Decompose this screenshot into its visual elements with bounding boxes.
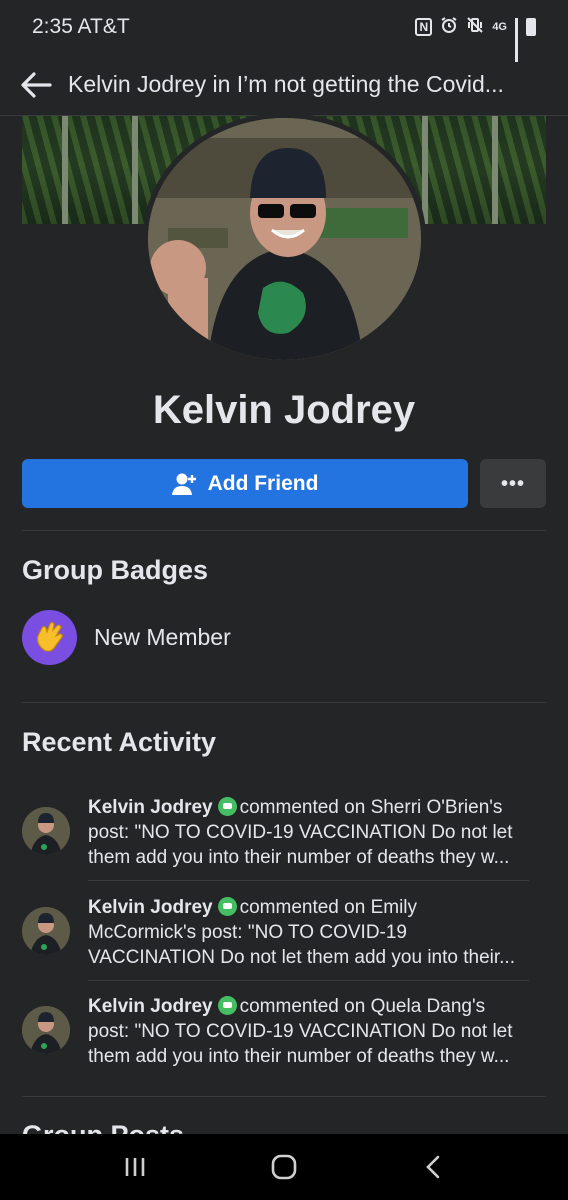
top-bar: Kelvin Jodrey in I’m not getting the Cov… bbox=[0, 54, 568, 116]
status-icons: N 4G bbox=[415, 16, 536, 62]
divider bbox=[22, 702, 546, 703]
system-nav-bar bbox=[0, 1134, 568, 1200]
activity-line-1: commented on Emily bbox=[239, 897, 418, 918]
divider bbox=[88, 980, 529, 981]
activity-text: Kelvin Jodrey commented on Quela Dang's p… bbox=[88, 994, 530, 1069]
status-bar: 2:35 AT&T N 4G bbox=[0, 0, 568, 62]
add-friend-label: Add Friend bbox=[207, 471, 319, 495]
recents-icon bbox=[125, 1158, 144, 1176]
activity-item[interactable]: Kelvin Jodrey commented on Sherri O'Brien… bbox=[22, 795, 530, 870]
back-arrow-icon bbox=[21, 71, 52, 98]
add-friend-button[interactable]: Add Friend bbox=[22, 459, 468, 508]
activity-line-1: commented on Sherri O'Brien's bbox=[239, 797, 503, 818]
vibrate-icon bbox=[466, 16, 484, 39]
activity-line-3: them add you into their number of deaths… bbox=[88, 847, 510, 868]
divider bbox=[22, 1096, 546, 1097]
activity-line-2: post: "NO TO COVID-19 VACCINATION Do not… bbox=[88, 822, 513, 843]
activity-text: Kelvin Jodrey commented on Sherri O'Brien… bbox=[88, 795, 530, 870]
activity-line-3: VACCINATION Do not let them add you into… bbox=[88, 947, 515, 968]
profile-name: Kelvin Jodrey bbox=[152, 388, 416, 432]
activity-text: Kelvin Jodrey commented on Emily McCormic… bbox=[88, 895, 530, 970]
activity-avatar bbox=[22, 807, 70, 855]
activity-avatar bbox=[22, 907, 70, 955]
more-dots-icon: ••• bbox=[500, 472, 525, 495]
back-button[interactable] bbox=[403, 1142, 463, 1192]
activity-line-1: commented on Quela Dang's bbox=[239, 996, 486, 1017]
group-badges-title: Group Badges bbox=[22, 555, 209, 585]
signal-icon bbox=[515, 18, 518, 62]
home-button[interactable] bbox=[254, 1142, 314, 1192]
profile-avatar[interactable] bbox=[148, 118, 421, 360]
comment-badge-icon bbox=[217, 797, 237, 816]
badge-item[interactable]: New Member bbox=[22, 610, 231, 665]
group-posts-title: Group Posts bbox=[22, 1120, 184, 1134]
alarm-icon bbox=[440, 16, 458, 39]
activity-author[interactable]: Kelvin Jodrey bbox=[88, 897, 213, 918]
divider bbox=[88, 880, 529, 881]
back-icon bbox=[426, 1155, 440, 1179]
network-type-icon: 4G bbox=[492, 21, 507, 33]
activity-line-2: post: "NO TO COVID-19 VACCINATION Do not… bbox=[88, 1021, 513, 1042]
page-title: Kelvin Jodrey in I’m not getting the Cov… bbox=[68, 71, 504, 97]
comment-badge-icon bbox=[217, 996, 237, 1015]
activity-avatar bbox=[22, 1006, 70, 1054]
activity-line-2: McCormick's post: "NO TO COVID-19 bbox=[88, 922, 408, 943]
back-arrow-button[interactable] bbox=[18, 67, 54, 103]
more-options-button[interactable]: ••• bbox=[480, 459, 546, 508]
screen: 2:35 AT&T N 4G Kelvin Jodrey in I’m not … bbox=[0, 0, 568, 1200]
add-friend-icon bbox=[171, 473, 196, 495]
nfc-icon: N bbox=[415, 18, 433, 36]
activity-line-3: them add you into their number of deaths… bbox=[88, 1046, 510, 1067]
recent-activity-title: Recent Activity bbox=[22, 727, 217, 757]
activity-item[interactable]: Kelvin Jodrey commented on Emily McCormic… bbox=[22, 895, 530, 970]
status-time: 2:35 AT&T bbox=[32, 15, 130, 38]
recents-button[interactable] bbox=[105, 1142, 165, 1192]
activity-item[interactable]: Kelvin Jodrey commented on Quela Dang's p… bbox=[22, 994, 530, 1069]
activity-author[interactable]: Kelvin Jodrey bbox=[88, 996, 213, 1017]
divider bbox=[22, 530, 546, 531]
battery-icon bbox=[526, 18, 536, 36]
activity-author[interactable]: Kelvin Jodrey bbox=[88, 797, 213, 818]
home-icon bbox=[271, 1154, 297, 1180]
comment-badge-icon bbox=[217, 897, 237, 916]
waving-hand-icon bbox=[22, 610, 77, 665]
badge-label: New Member bbox=[94, 624, 231, 650]
